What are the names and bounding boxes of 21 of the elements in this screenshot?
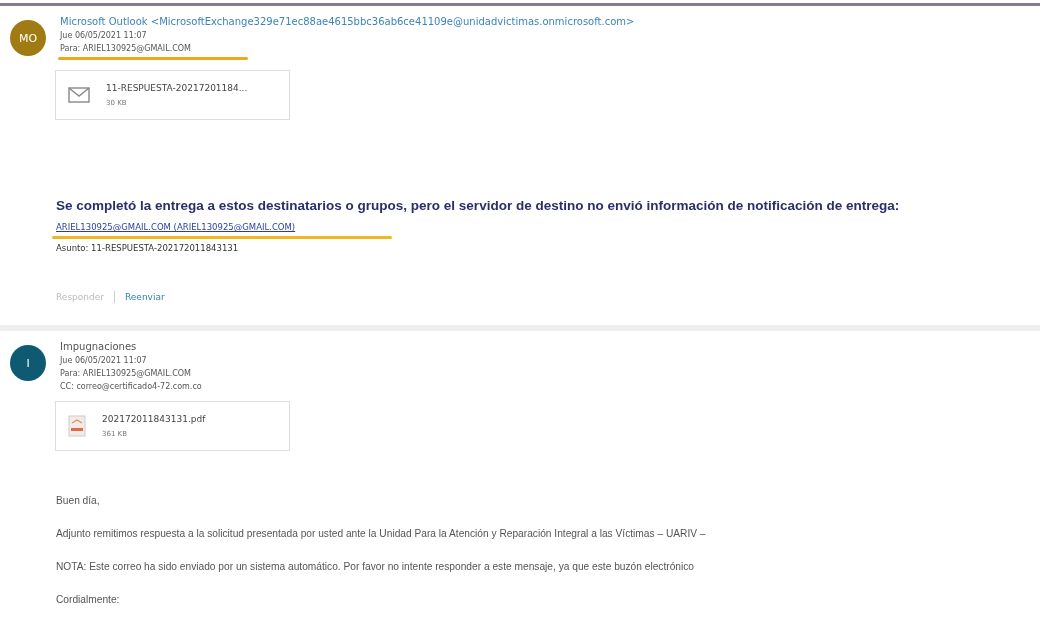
sender-name: Impugnaciones [60,341,138,352]
action-link[interactable]: Reenviar [124,292,165,302]
avatar-circle: MO [10,20,46,56]
avatar-circle: I [10,345,46,381]
body-paragraph: NOTA: Este correo ha sido enviado por un sistema automático. Por favor no intente responder a este mensaje, ya que este buzón electrónico [56,561,696,572]
delivery-heading: Se completó la entrega a estos destinatarios o grupos, pero el servidor de destino no envió información de notificación de entrega: [56,198,900,213]
recipient-link[interactable]: ARIEL130925@GMAIL.COM (ARIEL130925@GMAIL.COM) [56,222,296,232]
message-date: Jue 06/05/2021 11:07 [60,356,148,365]
subject-line: Asunto: 11-RESPUESTA-202172011843131 [56,243,239,253]
body-paragraph: Cordialmente: [56,594,121,605]
body-paragraph: Buen día, [56,495,101,506]
attachment-name: 202172011843131.pdf [102,414,206,424]
message-date: Jue 06/05/2021 11:07 [60,31,148,40]
envelope-icon [68,87,90,103]
recipient-line: Para: ARIEL130925@GMAIL.COM [60,44,192,53]
sender-name: Microsoft Outlook <MicrosoftExchange329e71ec88ae4615bbc36ab6ce41109e@unidadvictimas.onmicrosoft.com> [60,16,635,27]
recipient-line: Para: ARIEL130925@GMAIL.COM [60,369,192,378]
cc-line: CC: correo@certificado4-72.com.co [60,382,203,391]
body-paragraph: Adjunto remitimos respuesta a la solicitud presentada por usted ante la Unidad Para la Atención y Reparación Integral a las Víctimas – UARIV – [56,528,707,539]
pdf-file-icon [68,415,86,437]
attachment-name: 11-RESPUESTA-20217201184... [106,83,248,93]
